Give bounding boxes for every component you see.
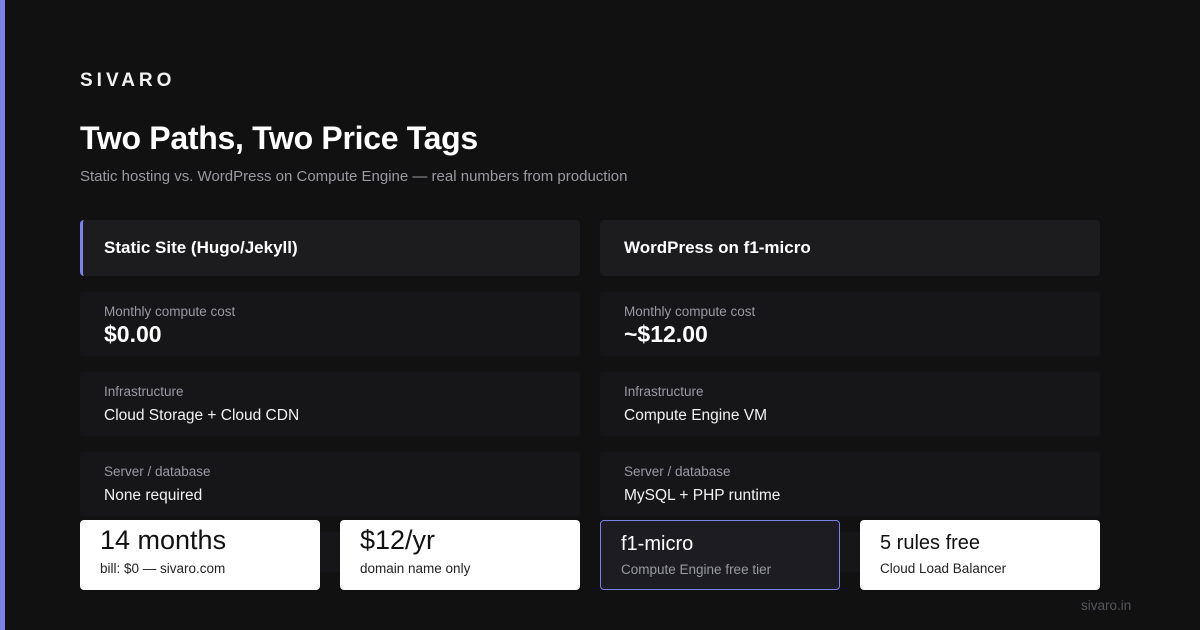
accent-rail — [0, 0, 5, 630]
stat-value: 5 rules free — [880, 532, 981, 554]
footer-url: sivaro.in — [1081, 598, 1132, 613]
row-value: $0.00 — [104, 321, 162, 347]
row-value: Cloud Storage + Cloud CDN — [104, 407, 300, 424]
page-title: Two Paths, Two Price Tags — [80, 120, 478, 156]
brand-logo: SIVARO — [80, 70, 176, 91]
row-label: Monthly compute cost — [624, 304, 756, 319]
wp-server-row: Server / database MySQL + PHP runtime — [600, 452, 1100, 516]
stat-card-f1-micro: f1-micro Compute Engine free tier — [600, 520, 840, 590]
stat-caption: bill: $0 — sivaro.com — [100, 561, 226, 576]
stat-value: 14 months — [100, 525, 227, 555]
stat-card-load-balancer: 5 rules free Cloud Load Balancer — [860, 520, 1100, 590]
row-value: ~$12.00 — [624, 321, 708, 347]
static-infrastructure-row: Infrastructure Cloud Storage + Cloud CDN — [80, 372, 580, 436]
page-subtitle: Static hosting vs. WordPress on Compute … — [80, 168, 628, 185]
stat-caption: Compute Engine free tier — [621, 562, 772, 577]
row-value: Compute Engine VM — [624, 407, 768, 424]
static-site-heading: Static Site (Hugo/Jekyll) — [80, 220, 580, 276]
stat-caption: domain name only — [360, 561, 471, 576]
row-label: Monthly compute cost — [104, 304, 236, 319]
row-label: Server / database — [104, 464, 211, 479]
row-label: Server / database — [624, 464, 731, 479]
row-value: None required — [104, 487, 203, 504]
stat-card-months: 14 months bill: $0 — sivaro.com — [80, 520, 320, 590]
static-compute-cost-row: Monthly compute cost $0.00 — [80, 292, 580, 356]
stat-caption: Cloud Load Balancer — [880, 561, 1007, 576]
wp-compute-cost-row: Monthly compute cost ~$12.00 — [600, 292, 1100, 356]
wordpress-heading: WordPress on f1-micro — [600, 220, 1100, 276]
stat-value: f1-micro — [621, 533, 694, 555]
row-label: Infrastructure — [624, 384, 704, 399]
stat-card-domain: $12/yr domain name only — [340, 520, 580, 590]
stat-value: $12/yr — [360, 525, 436, 555]
row-value: MySQL + PHP runtime — [624, 487, 781, 504]
wp-infrastructure-row: Infrastructure Compute Engine VM — [600, 372, 1100, 436]
row-label: Infrastructure — [104, 384, 184, 399]
static-server-row: Server / database None required — [80, 452, 580, 516]
